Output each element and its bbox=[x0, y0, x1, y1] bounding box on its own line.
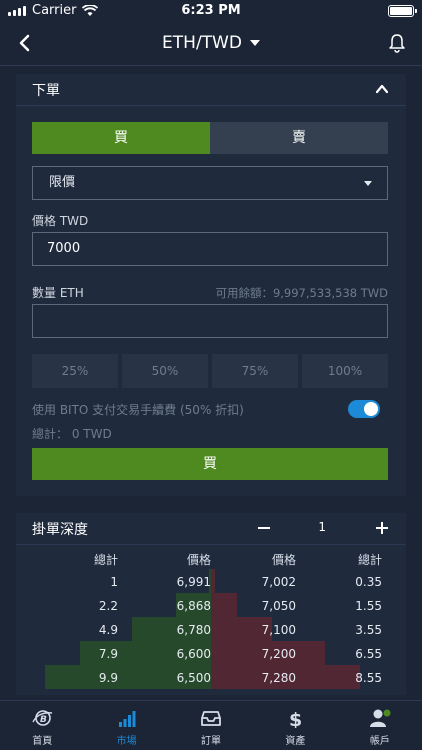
tab-account[interactable]: 帳戶 bbox=[338, 701, 422, 750]
bid-price: 6,600 bbox=[176, 647, 211, 661]
order-type-select[interactable]: 限價 bbox=[32, 166, 388, 200]
submit-buy-button[interactable]: 買 bbox=[32, 448, 388, 480]
order-book-header: 總計 價格 價格 總計 bbox=[16, 545, 406, 569]
order-panel-header[interactable]: 下單 bbox=[16, 74, 406, 106]
fee-toggle[interactable] bbox=[348, 400, 380, 418]
plus-icon[interactable] bbox=[376, 522, 388, 534]
depth-panel-header: 掛單深度 1 bbox=[16, 513, 406, 545]
bid-price: 6,780 bbox=[176, 623, 211, 637]
ask-price: 7,280 bbox=[261, 671, 296, 685]
available-balance: 可用餘額：9,997,533,538 TWD bbox=[215, 286, 388, 300]
tab-assets[interactable]: $ 資產 bbox=[253, 701, 337, 750]
buy-tab[interactable]: 買 bbox=[32, 122, 210, 154]
tab-market-label: 市場 bbox=[116, 736, 137, 747]
order-book-rows: 1 6,991 7,002 0.35 2.2 6,868 7,050 1.55 4.9 6,780… bbox=[16, 569, 406, 689]
tab-account-label: 帳戶 bbox=[369, 736, 390, 747]
bid-price: 6,500 bbox=[176, 671, 211, 685]
ask-price-header: 價格 bbox=[271, 553, 296, 567]
pair-title: ETH/TWD bbox=[162, 33, 242, 53]
bid-price: 6,991 bbox=[176, 575, 211, 589]
account-icon bbox=[369, 709, 391, 727]
ask-price: 7,200 bbox=[261, 647, 296, 661]
ask-price: 7,100 bbox=[261, 623, 296, 637]
depth-step-value: 1 bbox=[318, 520, 326, 534]
ask-total: 1.55 bbox=[355, 599, 382, 613]
bell-icon[interactable] bbox=[386, 32, 408, 54]
order-book: 總計 價格 價格 總計 1 6,991 7,002 0.35 2.2 6,868 7,050… bbox=[16, 545, 406, 689]
buy-sell-toggle: 買 賣 bbox=[32, 122, 388, 154]
bid-total: 2.2 bbox=[98, 599, 118, 613]
market-bars-icon bbox=[118, 711, 136, 727]
tab-orders-label: 訂單 bbox=[201, 736, 222, 747]
ask-depth-bar bbox=[211, 593, 237, 617]
pair-selector[interactable]: ETH/TWD bbox=[0, 33, 422, 53]
ask-total: 3.55 bbox=[355, 623, 382, 637]
bid-total: 9.9 bbox=[98, 671, 118, 685]
home-logo-icon: B bbox=[32, 710, 53, 726]
percent-buttons: 25% 50% 75% 100% bbox=[32, 354, 388, 388]
ask-depth-bar bbox=[211, 569, 215, 593]
tab-orders[interactable]: 訂單 bbox=[169, 701, 253, 750]
bid-total: 1 bbox=[110, 575, 118, 589]
order-book-row[interactable]: 9.9 6,500 7,280 8.55 bbox=[16, 665, 406, 689]
order-book-row[interactable]: 7.9 6,600 7,200 6.55 bbox=[16, 641, 406, 665]
tab-home[interactable]: B 首頁 bbox=[0, 701, 84, 750]
order-total: 總計： 0 TWD bbox=[32, 427, 112, 441]
bid-price-header: 價格 bbox=[186, 553, 211, 567]
navbar: ETH/TWD bbox=[0, 22, 422, 66]
tab-bar: B 首頁 市場 訂單 $ 資產 帳戶 bbox=[0, 700, 422, 750]
ask-price: 7,050 bbox=[261, 599, 296, 613]
bid-total-header: 總計 bbox=[93, 553, 118, 567]
status-bar: Carrier 6:23 PM bbox=[0, 0, 422, 22]
clock: 6:23 PM bbox=[181, 3, 241, 18]
order-book-row[interactable]: 2.2 6,868 7,050 1.55 bbox=[16, 593, 406, 617]
order-book-row[interactable]: 4.9 6,780 7,100 3.55 bbox=[16, 617, 406, 641]
fee-option-label: 使用 BITO 支付交易手續費 (50% 折扣) bbox=[32, 403, 244, 417]
percent-25-button[interactable]: 25% bbox=[32, 354, 118, 388]
percent-50-button[interactable]: 50% bbox=[122, 354, 208, 388]
amount-input[interactable] bbox=[32, 304, 388, 338]
tab-assets-label: 資產 bbox=[285, 736, 306, 747]
tab-home-label: 首頁 bbox=[32, 736, 53, 747]
order-panel-title: 下單 bbox=[32, 83, 60, 99]
price-label: 價格 TWD bbox=[32, 214, 89, 228]
svg-text:$: $ bbox=[289, 709, 302, 728]
price-input[interactable]: 7000 bbox=[32, 232, 388, 266]
dropdown-arrow-icon bbox=[364, 181, 372, 186]
order-panel: 下單 買 賣 限價 價格 TWD 7000 數量 ETH 可用餘額：9,997,… bbox=[16, 74, 406, 496]
bid-price: 6,868 bbox=[176, 599, 211, 613]
amount-label: 數量 ETH bbox=[32, 286, 84, 300]
svg-text:B: B bbox=[40, 715, 47, 725]
ask-total: 6.55 bbox=[355, 647, 382, 661]
tab-market[interactable]: 市場 bbox=[84, 701, 168, 750]
bid-total: 7.9 bbox=[98, 647, 118, 661]
ask-total: 0.35 bbox=[355, 575, 382, 589]
bid-total: 4.9 bbox=[98, 623, 118, 637]
depth-panel-title: 掛單深度 bbox=[32, 522, 88, 538]
dollar-icon: $ bbox=[289, 709, 302, 728]
sell-tab[interactable]: 賣 bbox=[210, 122, 388, 154]
percent-75-button[interactable]: 75% bbox=[212, 354, 298, 388]
orders-tray-icon bbox=[201, 711, 221, 726]
ask-total-header: 總計 bbox=[357, 553, 382, 567]
ask-price: 7,002 bbox=[261, 575, 296, 589]
toggle-knob bbox=[364, 402, 378, 416]
battery-icon bbox=[388, 5, 417, 17]
depth-panel: 掛單深度 1 總計 價格 價格 總計 1 6,991 7,002 0.35 2.2 6,8… bbox=[16, 513, 406, 695]
chevron-up-icon[interactable] bbox=[376, 83, 388, 95]
order-book-row[interactable]: 1 6,991 7,002 0.35 bbox=[16, 569, 406, 593]
ask-total: 8.55 bbox=[355, 671, 382, 685]
order-type-value: 限價 bbox=[49, 175, 76, 190]
minus-icon[interactable] bbox=[258, 527, 270, 529]
percent-100-button[interactable]: 100% bbox=[302, 354, 388, 388]
chevron-down-icon bbox=[249, 40, 260, 46]
